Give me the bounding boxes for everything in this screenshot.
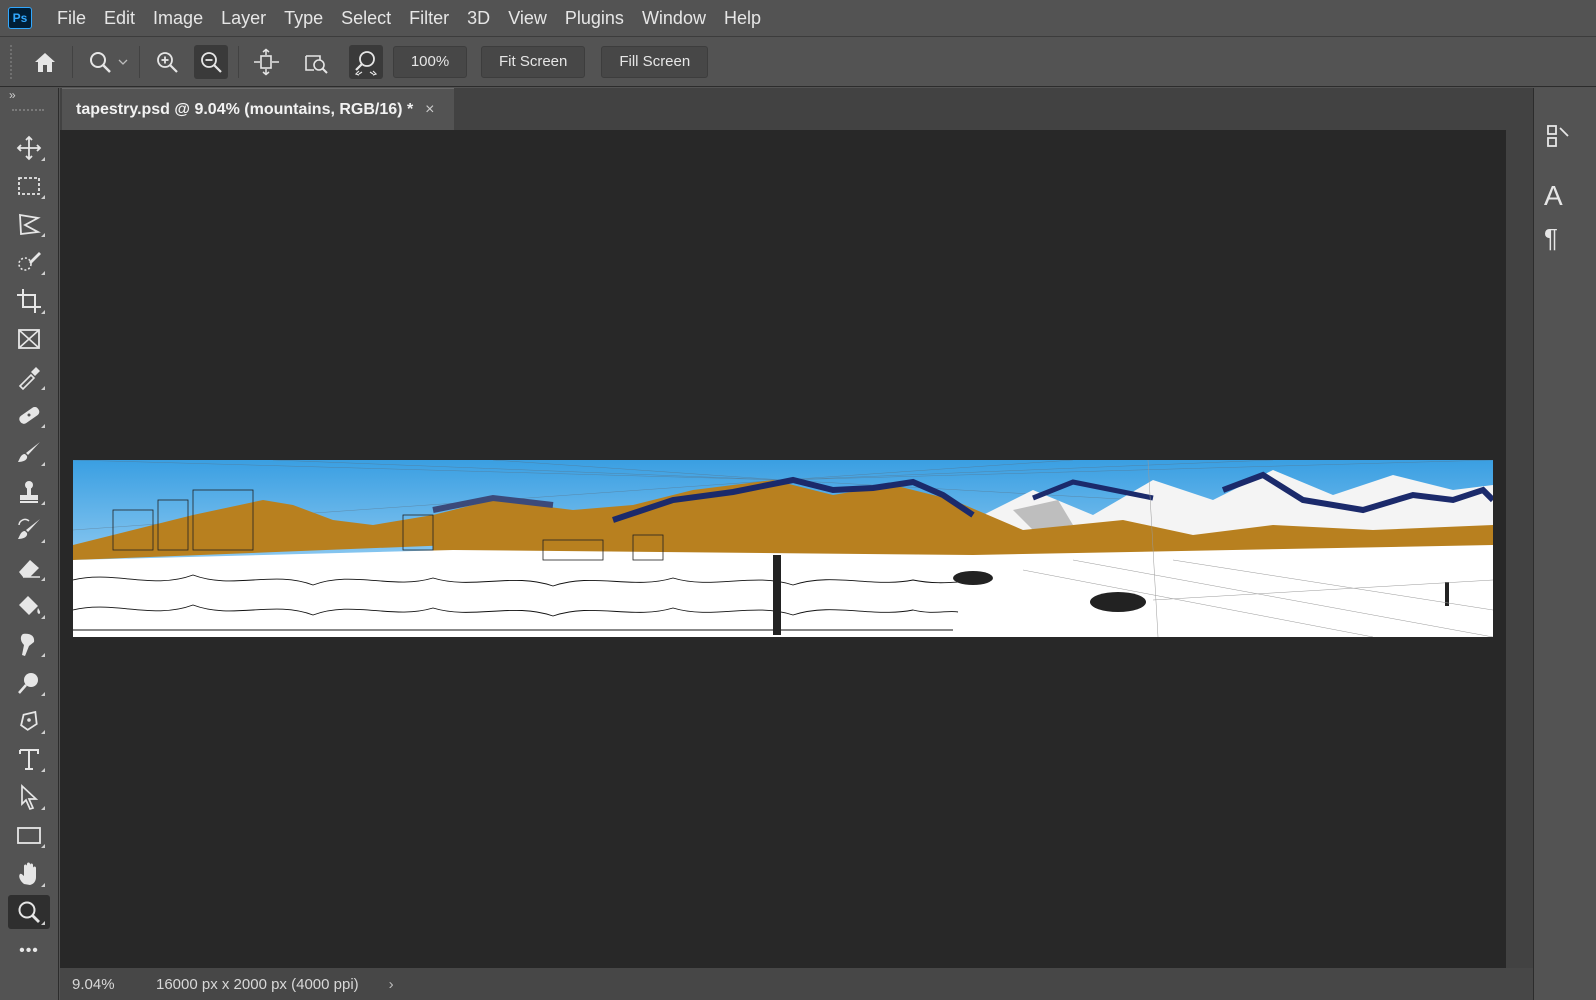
path-select-tool-button[interactable] [8, 780, 50, 814]
zoom-preset-button[interactable] [83, 45, 117, 79]
zoom-out-icon [201, 51, 222, 73]
resize-windows-icon [254, 48, 279, 75]
menu-layer[interactable]: Layer [212, 0, 275, 37]
rectangle-icon [17, 827, 41, 844]
chevron-down-icon[interactable] [117, 56, 129, 68]
photoshop-logo-icon[interactable]: Ps [8, 7, 32, 29]
rectangle-tool-button[interactable] [8, 818, 50, 852]
eyedropper-icon [18, 367, 40, 391]
pen-tool-button[interactable] [8, 704, 50, 738]
character-panel-icon[interactable]: A [1544, 180, 1563, 212]
zoom-icon [18, 901, 40, 923]
clone-stamp-icon [20, 481, 38, 503]
document-info: 16000 px x 2000 px (4000 ppi) [156, 975, 359, 993]
zoom-tool-icon [90, 51, 111, 73]
menu-type[interactable]: Type [275, 0, 332, 37]
menu-filter[interactable]: Filter [400, 0, 458, 37]
scrubby-zoom-icon [354, 50, 378, 76]
separator [139, 45, 140, 78]
crop-tool-button[interactable] [8, 284, 50, 318]
zoom-out-button[interactable] [194, 44, 228, 79]
rect-marquee-icon [18, 177, 40, 195]
document-image[interactable] [73, 460, 1493, 637]
separator [238, 45, 239, 78]
document-tab[interactable]: tapestry.psd @ 9.04% (mountains, RGB/16)… [62, 88, 454, 130]
menu-edit[interactable]: Edit [95, 0, 144, 37]
lasso-tool-button[interactable] [8, 207, 50, 241]
paint-bucket-tool-button[interactable] [8, 589, 50, 623]
quick-select-tool-button[interactable] [8, 245, 50, 279]
zoom-percent-field[interactable]: 100% [393, 45, 467, 78]
properties-icon[interactable] [1544, 122, 1572, 150]
healing-brush-icon [19, 406, 40, 424]
status-zoom-field[interactable]: 9.04% [60, 976, 122, 993]
history-brush-tool-button[interactable] [8, 513, 50, 547]
paint-bucket-icon [19, 596, 41, 615]
crop-icon [17, 289, 41, 313]
zoom-tool-button[interactable] [8, 895, 50, 929]
paragraph-panel-icon[interactable]: ¶ [1544, 223, 1558, 254]
options-bar: 100% Fit Screen Fill Screen [0, 37, 1596, 87]
frame-tool-button[interactable] [8, 322, 50, 356]
quick-select-icon [18, 252, 41, 271]
menu-window[interactable]: Window [633, 0, 715, 37]
home-icon [35, 52, 55, 72]
zoom-all-windows-button[interactable] [299, 45, 333, 79]
menu-select[interactable]: Select [332, 0, 400, 37]
zoom-in-button[interactable] [150, 45, 184, 79]
menu-bar: Ps File Edit Image Layer Type Select Fil… [0, 0, 1596, 37]
brush-icon [18, 442, 40, 462]
eraser-icon [19, 560, 40, 578]
tools-panel: » ••• [0, 88, 59, 1000]
menu-image[interactable]: Image [144, 0, 212, 37]
clone-stamp-tool-button[interactable] [8, 475, 50, 509]
path-select-icon [21, 784, 39, 811]
scrubby-zoom-button[interactable] [349, 44, 383, 79]
dodge-tool-button[interactable] [8, 666, 50, 700]
move-tool-button[interactable] [8, 131, 50, 165]
document-tab-title: tapestry.psd @ 9.04% (mountains, RGB/16)… [76, 100, 414, 118]
hand-icon [19, 862, 36, 885]
eyedropper-tool-button[interactable] [8, 360, 50, 394]
pen-icon [20, 710, 38, 731]
type-icon [19, 749, 39, 770]
move-icon [16, 135, 42, 161]
dodge-icon [18, 673, 38, 694]
canvas-area[interactable] [60, 130, 1506, 968]
eraser-tool-button[interactable] [8, 551, 50, 585]
smudge-icon [20, 633, 35, 656]
separator [72, 45, 73, 78]
collapse-toolbar-icon[interactable]: » [9, 88, 16, 102]
document-tab-strip: tapestry.psd @ 9.04% (mountains, RGB/16)… [60, 88, 1533, 130]
options-bar-grip[interactable] [10, 44, 14, 79]
fill-screen-button[interactable]: Fill Screen [601, 45, 709, 78]
vertical-scrollbar[interactable] [1506, 130, 1533, 968]
smudge-tool-button[interactable] [8, 627, 50, 661]
right-panel-dock: A ¶ [1533, 88, 1596, 1000]
menu-help[interactable]: Help [715, 0, 770, 37]
menu-3d[interactable]: 3D [458, 0, 499, 37]
status-menu-arrow-icon[interactable]: › [389, 976, 394, 993]
menu-plugins[interactable]: Plugins [556, 0, 633, 37]
frame-icon [18, 329, 40, 349]
lasso-icon [19, 213, 41, 236]
type-tool-button[interactable] [8, 742, 50, 776]
toolbar-grip[interactable] [12, 109, 44, 113]
menu-view[interactable]: View [499, 0, 556, 37]
zoom-all-windows-icon [305, 54, 328, 74]
status-bar: 9.04% 16000 px x 2000 px (4000 ppi) › [60, 968, 1533, 1000]
resize-windows-button[interactable] [249, 45, 283, 79]
close-icon[interactable]: × [425, 101, 434, 119]
history-brush-icon [18, 518, 40, 539]
home-button[interactable] [28, 45, 62, 79]
edit-toolbar-button[interactable]: ••• [8, 934, 50, 968]
healing-brush-tool-button[interactable] [8, 398, 50, 432]
menu-file[interactable]: File [48, 0, 95, 37]
fit-screen-button[interactable]: Fit Screen [481, 45, 586, 78]
hand-tool-button[interactable] [8, 857, 50, 891]
zoom-in-icon [157, 51, 178, 73]
brush-tool-button[interactable] [8, 436, 50, 470]
marquee-tool-button[interactable] [8, 169, 50, 203]
